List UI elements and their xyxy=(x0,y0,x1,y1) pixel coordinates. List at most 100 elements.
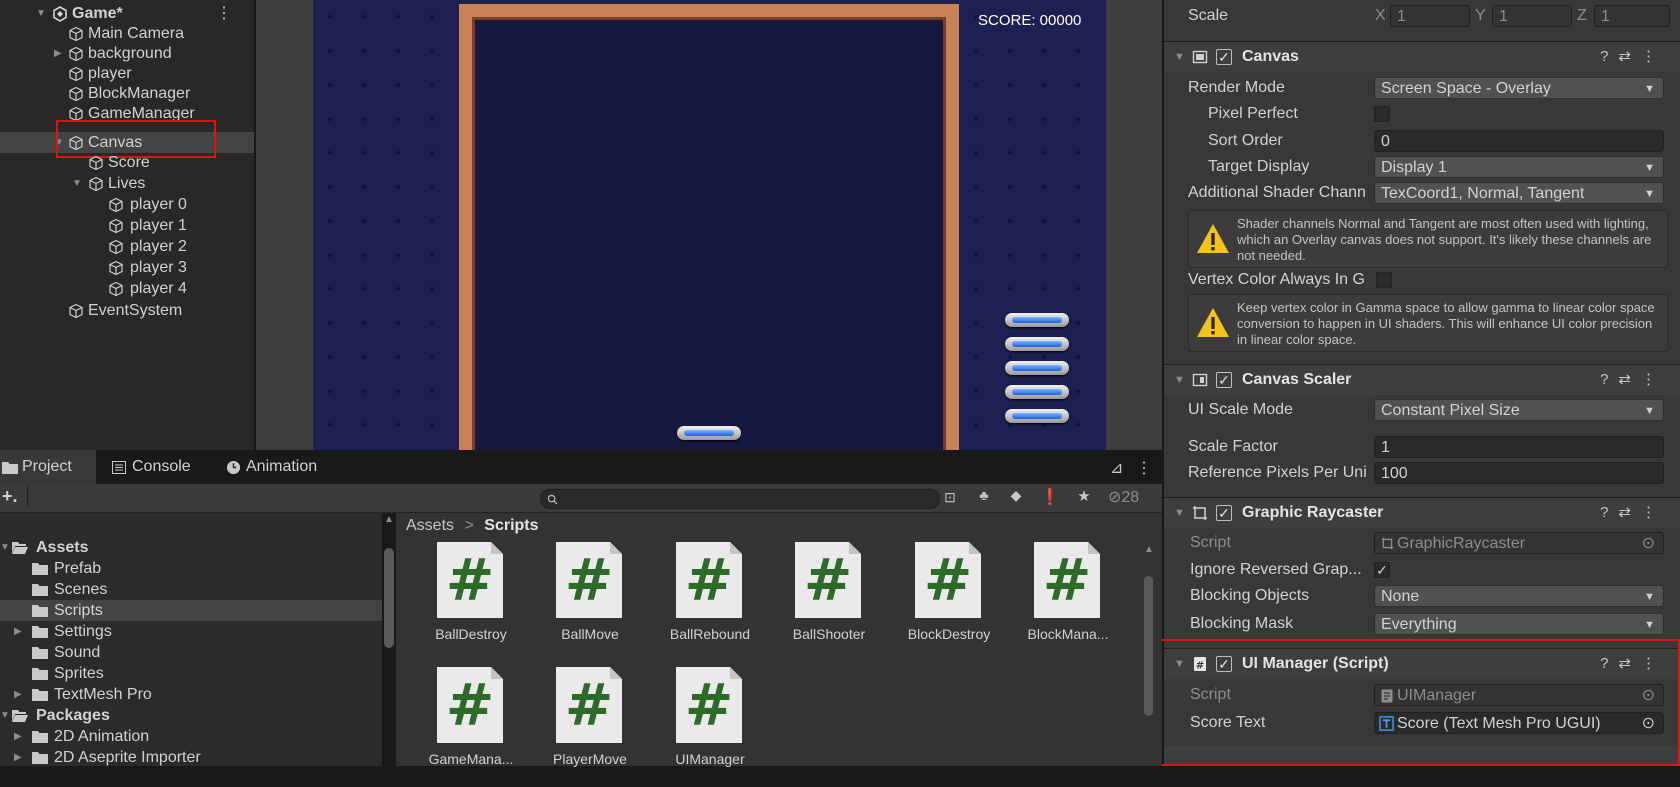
breadcrumb-scripts[interactable]: Scripts xyxy=(484,517,538,534)
blocking-mask-dropdown[interactable]: Everything ▼ xyxy=(1374,613,1664,635)
hierarchy-item-player-3[interactable]: player 3 xyxy=(0,257,254,278)
hierarchy-item-player[interactable]: player xyxy=(0,63,254,84)
scale-y-field[interactable]: 1 xyxy=(1492,5,1572,27)
hierarchy-item-background[interactable]: ▶ background xyxy=(0,43,254,64)
asset-blockmanager[interactable]: # BlockMana... xyxy=(1009,542,1127,662)
hierarchy-item-blockmanager[interactable]: BlockManager xyxy=(0,83,254,104)
asset-ballshooter[interactable]: # BallShooter xyxy=(770,542,888,662)
collapsed-arrow-icon[interactable]: ▶ xyxy=(14,621,22,642)
asset-balldestroy[interactable]: # BallDestroy xyxy=(412,542,530,662)
expand-arrow-icon[interactable]: ▼ xyxy=(0,537,10,558)
scale-y-label[interactable]: Y xyxy=(1475,4,1486,28)
vertical-dots-icon[interactable]: ⋮ xyxy=(1136,458,1152,478)
collapsed-arrow-icon[interactable]: ▶ xyxy=(54,43,62,64)
help-icon[interactable]: ? xyxy=(1600,371,1618,388)
script-field-graphicraycaster[interactable]: GraphicRaycaster ⊙ xyxy=(1374,532,1664,554)
import-log-icon[interactable]: ❗ xyxy=(1038,487,1062,509)
presets-icon[interactable]: ⇄ xyxy=(1618,48,1641,65)
search-by-type-icon[interactable]: ⊡ xyxy=(940,489,960,509)
favorite-star-icon[interactable]: ★ xyxy=(1072,487,1096,509)
hierarchy-item-eventsystem[interactable]: EventSystem xyxy=(0,300,254,321)
filter-by-label-icon[interactable]: ◆ xyxy=(1004,487,1028,509)
tab-animation[interactable]: Animation xyxy=(216,450,336,484)
scale-z-field[interactable]: 1 xyxy=(1594,5,1670,27)
collapsed-arrow-icon[interactable]: ▶ xyxy=(14,684,22,705)
vertical-dots-icon[interactable]: ⋮ xyxy=(1641,371,1666,388)
hierarchy-item-lives[interactable]: ▼ Lives xyxy=(0,173,254,194)
tree-item-sound[interactable]: Sound xyxy=(0,642,382,663)
component-header-icons[interactable]: ?⇄⋮ xyxy=(1600,365,1666,395)
scale-x-field[interactable]: 1 xyxy=(1390,5,1470,27)
shader-channels-dropdown[interactable]: TexCoord1, Normal, Tangent ▼ xyxy=(1374,182,1664,204)
ui-scale-mode-dropdown[interactable]: Constant Pixel Size ▼ xyxy=(1374,399,1664,421)
breadcrumb-assets[interactable]: Assets xyxy=(406,517,454,534)
collapsed-arrow-icon[interactable]: ▶ xyxy=(14,747,22,768)
scroll-up-arrow-icon[interactable]: ▲ xyxy=(1144,544,1154,555)
scale-factor-field[interactable]: 1 xyxy=(1374,436,1664,458)
presets-icon[interactable]: ⇄ xyxy=(1618,371,1641,388)
component-header-icons[interactable]: ?⇄⋮ xyxy=(1600,42,1666,72)
expand-arrow-icon[interactable]: ▼ xyxy=(0,705,10,726)
scroll-up-arrow-icon[interactable]: ▲ xyxy=(384,514,394,525)
vertical-dots-icon[interactable]: ⋮ xyxy=(1641,504,1666,521)
scale-z-label[interactable]: Z xyxy=(1577,4,1587,28)
vertical-dots-icon[interactable]: ⋮ xyxy=(1641,48,1666,65)
grid-scrollbar[interactable] xyxy=(1144,576,1153,716)
expand-arrow-icon[interactable]: ▼ xyxy=(72,173,82,194)
tab-console[interactable]: Console xyxy=(100,450,200,484)
target-display-dropdown[interactable]: Display 1 ▼ xyxy=(1374,156,1664,178)
asset-ballrebound[interactable]: # BallRebound xyxy=(651,542,769,662)
tab-project[interactable]: Project xyxy=(0,450,96,484)
tree-item-prefab[interactable]: Prefab xyxy=(0,558,382,579)
collapsed-arrow-icon[interactable]: ▶ xyxy=(14,726,22,747)
hierarchy-item-player-4[interactable]: player 4 xyxy=(0,278,254,299)
asset-gamemanager[interactable]: # GameMana... xyxy=(412,667,530,787)
tree-item-packages[interactable]: ▼ Packages xyxy=(0,705,382,726)
ignore-reversed-checkbox[interactable]: ✓ xyxy=(1374,562,1390,578)
tree-scrollbar[interactable] xyxy=(384,548,394,648)
tree-item-2d-aseprite-importer[interactable]: ▶ 2D Aseprite Importer xyxy=(0,747,382,768)
enabled-checkbox[interactable]: ✓ xyxy=(1216,49,1232,65)
tree-item-scenes[interactable]: Scenes xyxy=(0,579,382,600)
filter-by-type-icon[interactable]: ♣ xyxy=(972,487,996,509)
pixel-perfect-checkbox[interactable] xyxy=(1374,106,1390,122)
render-mode-dropdown[interactable]: Screen Space - Overlay ▼ xyxy=(1374,77,1664,99)
asset-uimanager[interactable]: # UIManager xyxy=(651,667,769,787)
asset-ballmove[interactable]: # BallMove xyxy=(531,542,649,662)
tree-item-assets[interactable]: ▼ Assets xyxy=(0,537,382,558)
canvas-component-header[interactable]: ▼ ✓ Canvas ?⇄⋮ xyxy=(1164,41,1680,72)
fold-arrow-icon[interactable]: ▼ xyxy=(1174,42,1185,72)
canvas-scaler-component-header[interactable]: ▼ ✓ Canvas Scaler ?⇄⋮ xyxy=(1164,364,1680,395)
asset-playermove[interactable]: # PlayerMove xyxy=(531,667,649,787)
scale-x-label[interactable]: X xyxy=(1375,4,1386,28)
asset-blockdestroy[interactable]: # BlockDestroy xyxy=(890,542,1008,662)
hidden-packages-toggle[interactable]: ⊘28 xyxy=(1108,487,1158,509)
hierarchy-item-player-0[interactable]: player 0 xyxy=(0,194,254,215)
component-header-icons[interactable]: ?⇄⋮ xyxy=(1600,498,1666,528)
fold-arrow-icon[interactable]: ▼ xyxy=(1174,498,1185,528)
tree-item-2d-animation[interactable]: ▶ 2D Animation xyxy=(0,726,382,747)
graphic-raycaster-component-header[interactable]: ▼ ✓ Graphic Raycaster ?⇄⋮ xyxy=(1164,497,1680,528)
create-asset-button[interactable]: +. xyxy=(2,486,18,507)
fold-arrow-icon[interactable]: ▼ xyxy=(1174,365,1185,395)
reference-ppu-field[interactable]: 100 xyxy=(1374,462,1664,484)
hierarchy-item-player-2[interactable]: player 2 xyxy=(0,236,254,257)
hierarchy-item-score[interactable]: Score xyxy=(0,152,254,173)
expand-arrow-icon[interactable]: ▼ xyxy=(36,3,46,24)
help-icon[interactable]: ? xyxy=(1600,48,1618,65)
hierarchy-item-player-1[interactable]: player 1 xyxy=(0,215,254,236)
tree-item-settings[interactable]: ▶ Settings xyxy=(0,621,382,642)
hierarchy-item-game[interactable]: ▼ Game* ⋮ xyxy=(0,3,254,24)
sort-order-field[interactable]: 0 xyxy=(1374,130,1664,152)
presets-icon[interactable]: ⇄ xyxy=(1618,504,1641,521)
vertex-color-checkbox[interactable] xyxy=(1376,272,1392,288)
search-input[interactable] xyxy=(540,489,940,509)
enabled-checkbox[interactable]: ✓ xyxy=(1216,505,1232,521)
help-icon[interactable]: ? xyxy=(1600,504,1618,521)
blocking-objects-dropdown[interactable]: None ▼ xyxy=(1374,585,1664,607)
object-picker-icon[interactable]: ⊙ xyxy=(1642,533,1655,553)
hierarchy-item-main-camera[interactable]: Main Camera xyxy=(0,23,254,44)
tree-item-scripts[interactable]: Scripts xyxy=(0,600,382,621)
vertical-dots-icon[interactable]: ⋮ xyxy=(216,3,232,24)
tree-item-sprites[interactable]: Sprites xyxy=(0,663,382,684)
